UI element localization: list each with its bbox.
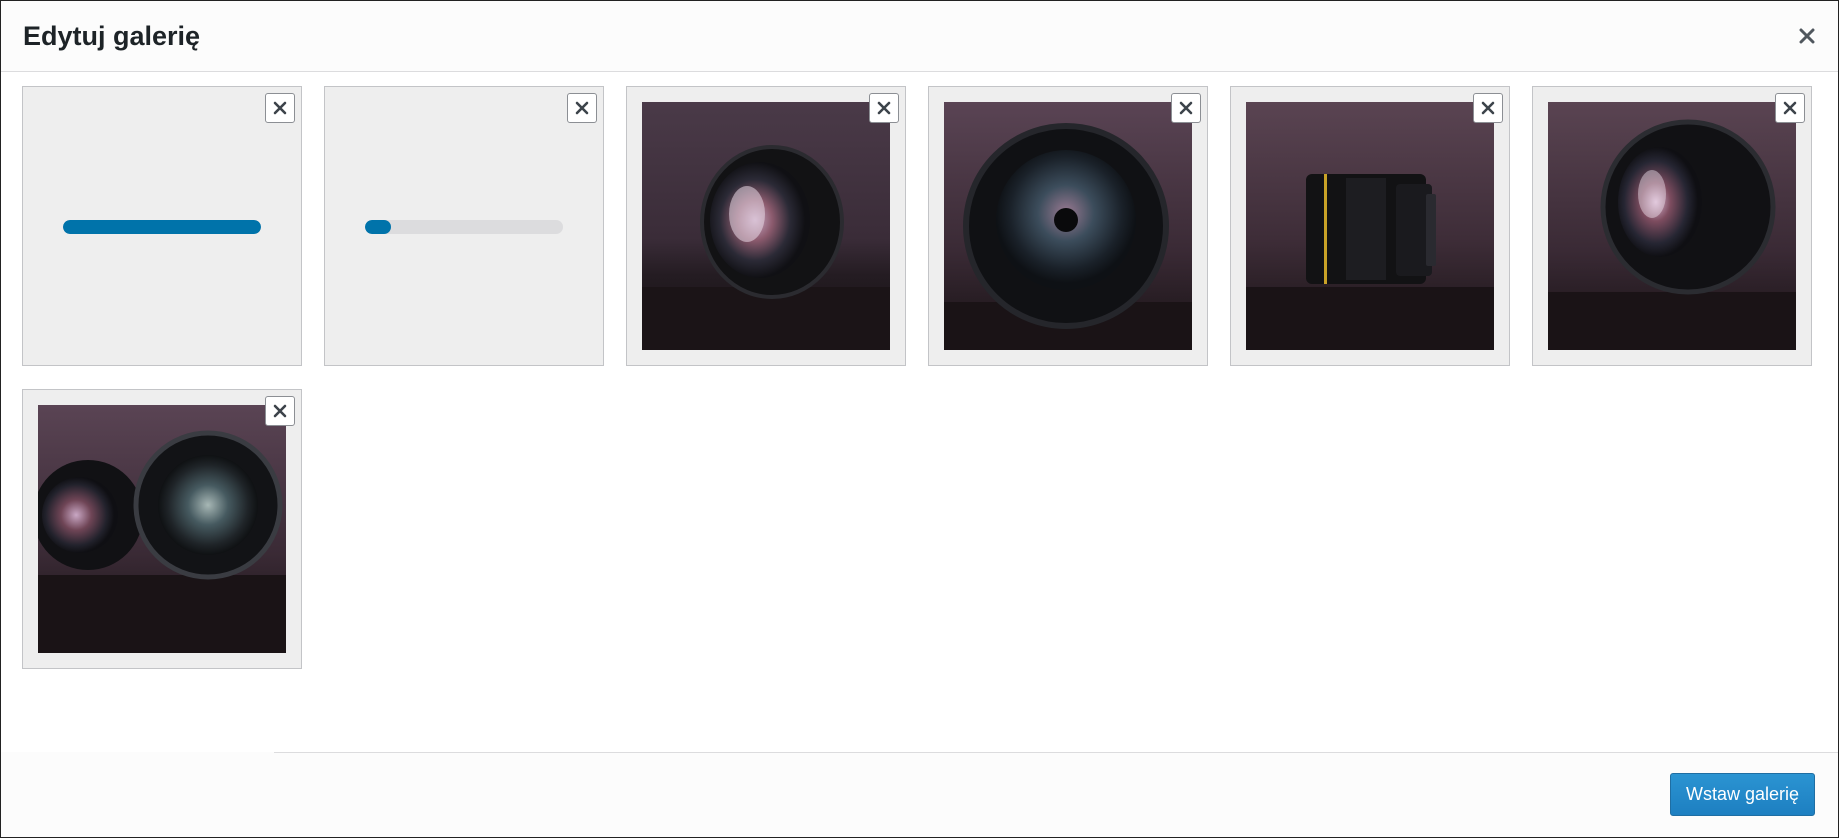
close-icon (1783, 101, 1797, 115)
upload-progress-fill (63, 220, 261, 234)
gallery-item[interactable] (1532, 86, 1812, 366)
remove-item-button[interactable] (869, 93, 899, 123)
lens-photo (944, 102, 1192, 350)
close-icon (273, 404, 287, 418)
remove-item-button[interactable] (567, 93, 597, 123)
insert-gallery-button[interactable]: Wstaw galerię (1669, 773, 1815, 816)
gallery-item[interactable] (22, 86, 302, 366)
gallery-grid (22, 86, 1822, 669)
gallery-item[interactable] (928, 86, 1208, 366)
lens-photo (1246, 102, 1494, 350)
remove-item-button[interactable] (265, 396, 295, 426)
lenses-photo (38, 405, 286, 653)
modal-header: Edytuj galerię (1, 1, 1838, 72)
gallery-thumbnail (642, 102, 890, 350)
close-icon (877, 101, 891, 115)
close-icon (273, 101, 287, 115)
gallery-item[interactable] (22, 389, 302, 669)
upload-progress-fill (365, 220, 391, 234)
close-icon (575, 101, 589, 115)
close-modal-button[interactable] (1792, 21, 1822, 51)
close-icon (1481, 101, 1495, 115)
modal-title: Edytuj galerię (23, 21, 201, 51)
footer-divider (274, 752, 1838, 753)
gallery-item[interactable] (1230, 86, 1510, 366)
close-icon (1799, 28, 1815, 44)
gallery-item[interactable] (626, 86, 906, 366)
modal-footer: Wstaw galerię (1, 752, 1838, 837)
gallery-thumbnail (1246, 102, 1494, 350)
remove-item-button[interactable] (1473, 93, 1503, 123)
edit-gallery-modal: Edytuj galerię Wstaw galerię (0, 0, 1839, 838)
gallery-thumbnail (38, 405, 286, 653)
upload-progress-bar (365, 220, 563, 234)
upload-progress-bar (63, 220, 261, 234)
close-icon (1179, 101, 1193, 115)
remove-item-button[interactable] (265, 93, 295, 123)
gallery-thumbnail (944, 102, 1192, 350)
remove-item-button[interactable] (1775, 93, 1805, 123)
gallery-thumbnail (1548, 102, 1796, 350)
remove-item-button[interactable] (1171, 93, 1201, 123)
gallery-item[interactable] (324, 86, 604, 366)
lens-photo (1548, 102, 1796, 350)
lens-photo (642, 102, 890, 350)
